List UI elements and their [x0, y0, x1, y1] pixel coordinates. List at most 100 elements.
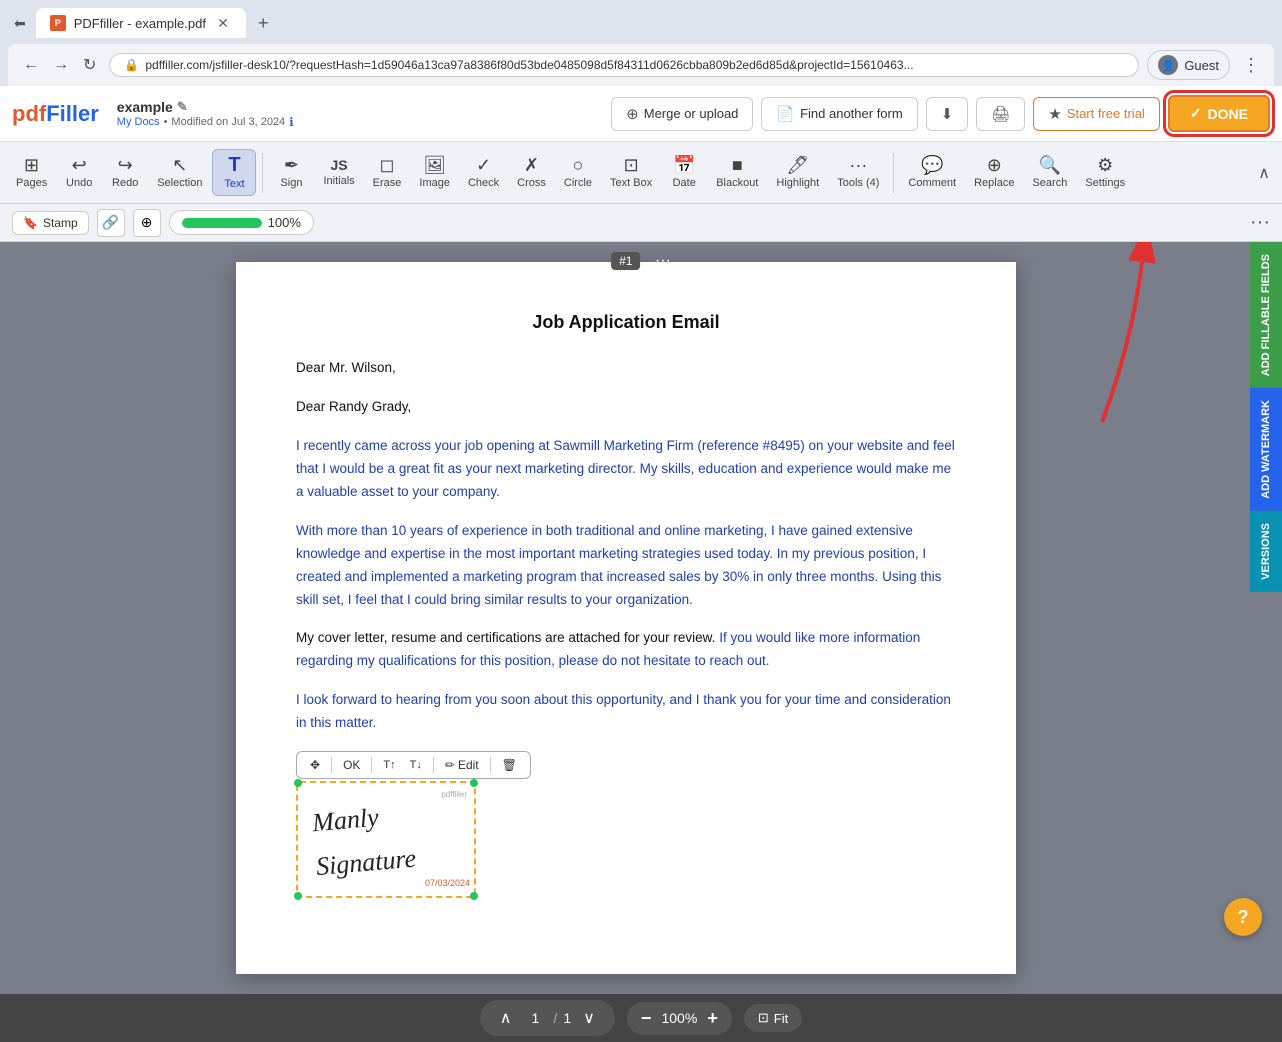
- find-form-btn[interactable]: 📄 Find another form: [761, 97, 917, 131]
- toolbar: ⊞ Pages ↩ Undo ↪ Redo ↖ Selection T Text…: [0, 142, 1282, 204]
- versions-btn[interactable]: VERSIONS: [1250, 511, 1282, 592]
- sign-icon: ✒: [284, 156, 299, 174]
- sig-size-down-btn[interactable]: T↓: [405, 757, 427, 773]
- fit-btn[interactable]: ⊡ Fit: [744, 1004, 802, 1032]
- print-btn[interactable]: 🖨: [976, 97, 1025, 131]
- browser-back-nav[interactable]: ⬅: [8, 11, 32, 36]
- check-label: Check: [468, 177, 499, 189]
- profile-icon: 👤: [1158, 55, 1178, 75]
- browser-tab[interactable]: P PDFfiller - example.pdf ✕: [36, 8, 246, 38]
- browser-reload-btn[interactable]: ↻: [78, 52, 101, 78]
- tab-close-btn[interactable]: ✕: [214, 14, 232, 32]
- profile-btn[interactable]: 👤 Guest: [1147, 50, 1230, 80]
- download-btn[interactable]: ⬇: [926, 97, 969, 131]
- page-input[interactable]: [523, 1010, 547, 1026]
- tab-favicon: P: [50, 15, 66, 31]
- progress-bar-outer: [182, 218, 262, 228]
- sig-delete-icon: 🗑: [502, 758, 517, 772]
- tool-text[interactable]: T Text: [212, 149, 256, 196]
- tool-pages[interactable]: ⊞ Pages: [8, 151, 55, 194]
- tool-highlight[interactable]: 🖊 Highlight: [768, 151, 827, 194]
- more-btn[interactable]: ···: [1250, 211, 1270, 234]
- logo-filler: Filler: [46, 101, 99, 126]
- tool-selection[interactable]: ↖ Selection: [149, 151, 210, 194]
- sig-edit-icon: ✏: [445, 758, 455, 772]
- tool-textbox[interactable]: ⊡ Text Box: [602, 151, 660, 194]
- help-btn[interactable]: ?: [1224, 898, 1262, 936]
- signature-box[interactable]: Manly Signature pdffiller 07/03/2024: [296, 781, 476, 897]
- page-prev-btn[interactable]: ∧: [494, 1006, 518, 1030]
- text-label: Text: [224, 178, 244, 190]
- tool-circle[interactable]: ○ Circle: [556, 151, 600, 194]
- undo-icon: ↩: [72, 156, 87, 174]
- tool-tools[interactable]: ··· Tools (4): [829, 151, 887, 194]
- redo-icon: ↪: [118, 156, 133, 174]
- tools-label: Tools (4): [837, 177, 879, 189]
- add-fillable-fields-btn[interactable]: ADD FILLABLE FIELDS: [1250, 242, 1282, 388]
- browser-menu-btn[interactable]: ⋮: [1238, 51, 1264, 80]
- sig-edit-label: Edit: [458, 758, 479, 772]
- browser-forward-btn[interactable]: →: [48, 53, 74, 77]
- pages-icon: ⊞: [24, 156, 39, 174]
- tool-search[interactable]: 🔍 Search: [1024, 151, 1075, 194]
- tool-redo[interactable]: ↪ Redo: [103, 151, 147, 194]
- sig-corner-br: [470, 892, 478, 900]
- link-btn[interactable]: 🔗: [97, 209, 125, 237]
- zoom-out-btn[interactable]: −: [641, 1008, 652, 1029]
- signature-toolbar: ✥ OK T↑ T↓: [296, 751, 531, 779]
- sig-ok-btn[interactable]: OK: [338, 756, 365, 774]
- done-btn[interactable]: ✓ DONE: [1168, 95, 1270, 132]
- tool-blackout[interactable]: ■ Blackout: [708, 151, 766, 194]
- browser-back-btn[interactable]: ←: [18, 53, 44, 77]
- start-free-btn[interactable]: ★ Start free trial: [1033, 97, 1159, 131]
- stamp-btn[interactable]: 🔖 Stamp: [12, 211, 89, 235]
- page-options-btn[interactable]: ···: [655, 252, 671, 270]
- subtoolbar-right: ···: [1250, 211, 1270, 234]
- toolbar-collapse-btn[interactable]: ∧: [1254, 159, 1274, 187]
- zoom-value: 100%: [659, 1010, 699, 1026]
- sig-corner-tr: [470, 779, 478, 787]
- fillable-fields-label: ADD FILLABLE FIELDS: [1260, 254, 1272, 376]
- progress-container: 100%: [169, 210, 314, 235]
- print-icon: 🖨: [991, 105, 1010, 123]
- sig-delete-btn[interactable]: 🗑: [497, 756, 522, 774]
- tool-date[interactable]: 📅 Date: [662, 151, 706, 194]
- settings-icon: ⚙: [1097, 156, 1113, 174]
- page-next-btn[interactable]: ∨: [577, 1006, 601, 1030]
- my-docs-link[interactable]: My Docs: [117, 116, 160, 128]
- new-tab-btn[interactable]: +: [250, 9, 277, 38]
- pages-label: Pages: [16, 177, 47, 189]
- tool-check[interactable]: ✓ Check: [460, 151, 507, 194]
- cross-label: Cross: [517, 177, 546, 189]
- date-label: Date: [673, 177, 696, 189]
- tool-cross[interactable]: ✗ Cross: [509, 151, 554, 194]
- pdf-p4: I look forward to hearing from you soon …: [296, 689, 956, 735]
- merge-upload-btn[interactable]: ⊕ Merge or upload: [611, 97, 753, 131]
- sig-size-up-btn[interactable]: T↑: [378, 757, 400, 773]
- find-form-label: Find another form: [800, 106, 903, 121]
- add-watermark-btn[interactable]: ADD WATERMARK: [1250, 388, 1282, 511]
- logo: pdfFiller: [12, 101, 99, 127]
- pdf-page: Job Application Email Dear Mr. Wilson, D…: [236, 262, 1016, 974]
- url-bar[interactable]: 🔒 pdffiller.com/jsfiller-desk10/?request…: [109, 53, 1139, 77]
- circle-label: Circle: [564, 177, 592, 189]
- zoom-in-btn[interactable]: +: [707, 1008, 718, 1029]
- pdf-viewer[interactable]: #1 ··· Job Application Email Dear Mr. Wi…: [0, 242, 1282, 994]
- tool-sign[interactable]: ✒ Sign: [269, 151, 313, 194]
- sig-corner-tl: [294, 779, 302, 787]
- tool-image[interactable]: 🖼 Image: [411, 151, 458, 194]
- tool-undo[interactable]: ↩ Undo: [57, 151, 101, 194]
- signature-image: Manly Signature: [310, 789, 461, 890]
- tool-comment[interactable]: 💬 Comment: [900, 151, 964, 194]
- sig-edit-btn[interactable]: ✏ Edit: [440, 756, 484, 774]
- tool-erase[interactable]: ◻ Erase: [365, 151, 410, 194]
- blackout-label: Blackout: [716, 177, 758, 189]
- sig-toolbar-divider-2: [371, 757, 372, 773]
- sig-move-btn[interactable]: ✥: [305, 756, 325, 774]
- copy-btn[interactable]: ⊕: [133, 209, 161, 237]
- tool-settings[interactable]: ⚙ Settings: [1077, 151, 1133, 194]
- progress-percent: 100%: [268, 215, 301, 230]
- tool-initials[interactable]: JS Initials: [315, 153, 362, 192]
- doc-title-edit-icon[interactable]: ✎: [177, 99, 188, 115]
- tool-replace[interactable]: ⊕ Replace: [966, 151, 1022, 194]
